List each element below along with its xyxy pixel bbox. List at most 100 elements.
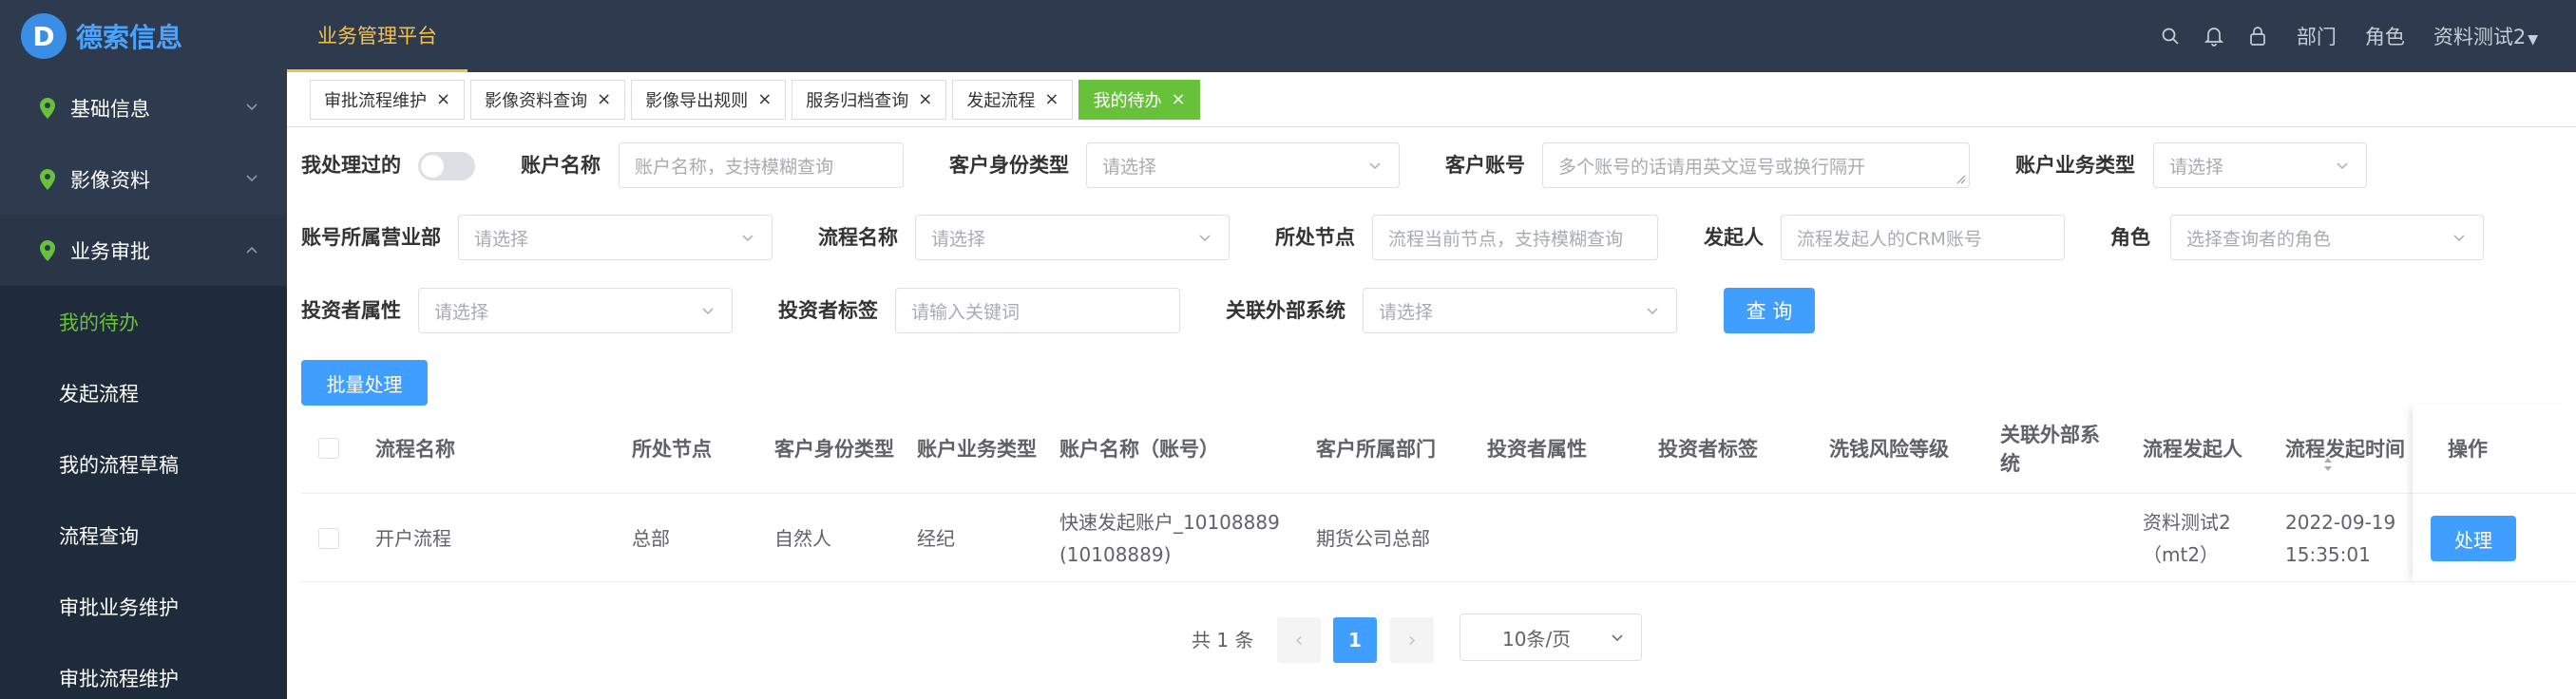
caret-down-icon: ▼	[2528, 32, 2538, 47]
page-size-select[interactable]: 10条/页	[1460, 614, 1642, 661]
batch-process-button[interactable]: 批量处理	[301, 360, 428, 406]
account-business-type-select[interactable]: 请选择	[2153, 142, 2367, 188]
investor-tag-label: 投资者标签	[778, 299, 878, 322]
chevron-down-icon	[742, 235, 754, 242]
tab-start-process[interactable]: 发起流程 ×	[952, 79, 1074, 120]
close-icon[interactable]: ×	[436, 89, 450, 109]
cell-initiator: 资料测试2 （mt2）	[2143, 495, 2276, 582]
logo-mark: D	[21, 13, 67, 59]
tab-approval-process[interactable]: 审批流程维护 ×	[310, 79, 466, 120]
platform-tab[interactable]: 业务管理平台	[287, 0, 467, 72]
external-system-select[interactable]: 请选择	[1363, 288, 1677, 333]
start-date: 2022-09-19	[2285, 511, 2396, 534]
query-button[interactable]: 查 询	[1724, 288, 1815, 333]
sidebar-submenu: 我的待办 发起流程 我的流程草稿 流程查询 审批业务维护 审批流程维护	[0, 286, 287, 699]
initiator-input[interactable]: 流程发起人的CRM账号	[1781, 215, 2065, 260]
sidebar-item-start-process[interactable]: 发起流程	[0, 357, 287, 428]
sidebar-item-approval-business[interactable]: 审批业务维护	[0, 571, 287, 642]
select-placeholder: 请选择	[931, 228, 986, 250]
col-initiator: 流程发起人	[2143, 438, 2242, 461]
tab-image-query[interactable]: 影像资料查询 ×	[470, 79, 626, 120]
cell-node: 总部	[632, 527, 670, 550]
chevron-right-icon: ›	[1407, 628, 1417, 652]
prev-page-button[interactable]: ‹	[1277, 617, 1321, 663]
processed-by-me-label: 我处理过的	[301, 154, 401, 177]
user-menu[interactable]: 资料测试2 ▼	[2433, 22, 2538, 50]
logo[interactable]: D 德索信息	[0, 0, 287, 72]
select-placeholder: 请选择	[1379, 301, 1434, 323]
chevron-down-icon	[702, 308, 714, 315]
pagination-total: 共 1 条	[1192, 629, 1254, 652]
tab-my-todo[interactable]: 我的待办 ×	[1078, 79, 1200, 120]
cell-business-type: 经纪	[917, 527, 955, 550]
resize-handle-icon[interactable]	[1956, 175, 1966, 184]
sidebar-menu-label: 影像资料	[70, 168, 150, 192]
search-icon[interactable]	[2160, 26, 2181, 47]
tab-label: 审批流程维护	[324, 90, 427, 111]
tab-label: 服务归档查询	[806, 90, 909, 111]
col-external-system: 关联外部系统	[2000, 424, 2100, 475]
tab-label: 发起流程	[966, 90, 1036, 111]
initiator-id: （mt2）	[2143, 543, 2220, 566]
investor-attribute-select[interactable]: 请选择	[418, 288, 733, 333]
cell-process-name: 开户流程	[375, 527, 451, 550]
col-aml-level: 洗钱风险等级	[1829, 438, 1949, 461]
chevron-down-icon	[2337, 162, 2348, 170]
account-name-input[interactable]: 账户名称，支持模糊查询	[619, 142, 904, 188]
sidebar-menu-business-approval[interactable]: 业务审批	[0, 215, 287, 286]
account-branch-select[interactable]: 请选择	[458, 215, 773, 260]
cell-investor-attribute	[1487, 495, 1649, 582]
client-identity-type-select[interactable]: 请选择	[1086, 142, 1400, 188]
tab-label: 影像资料查询	[485, 90, 588, 111]
sidebar-item-process-query[interactable]: 流程查询	[0, 500, 287, 571]
sidebar-item-approval-process[interactable]: 审批流程维护	[0, 642, 287, 699]
col-investor-attribute: 投资者属性	[1487, 438, 1587, 461]
select-placeholder: 选择查询者的角色	[2186, 228, 2332, 250]
sidebar-item-my-todo[interactable]: 我的待办	[0, 286, 287, 357]
sidebar-item-process-drafts[interactable]: 我的流程草稿	[0, 428, 287, 500]
cell-account-name: 快速发起账户_10108889 (10108889)	[1059, 495, 1307, 582]
initiator-name: 资料测试2	[2143, 511, 2231, 534]
page-number-current[interactable]: 1	[1333, 617, 1377, 663]
sidebar-menu-label: 基础信息	[70, 97, 150, 121]
close-icon[interactable]: ×	[1171, 89, 1185, 109]
close-icon[interactable]: ×	[1044, 89, 1059, 109]
select-placeholder: 请选择	[2169, 156, 2224, 178]
chevron-down-icon	[1199, 235, 1211, 242]
row-checkbox[interactable]	[318, 528, 339, 549]
sidebar-menu-imaging[interactable]: 影像资料	[0, 143, 287, 215]
handle-button[interactable]: 处理	[2431, 516, 2516, 561]
chevron-down-icon	[246, 104, 258, 111]
sort-icon[interactable]	[2322, 456, 2334, 473]
close-icon[interactable]: ×	[757, 89, 772, 109]
processed-by-me-switch[interactable]	[418, 152, 475, 180]
role-menu[interactable]: 角色	[2365, 22, 2405, 50]
client-account-textarea[interactable]: 多个账号的话请用英文逗号或换行隔开	[1542, 142, 1970, 188]
page-size-value: 10条/页	[1502, 627, 1572, 651]
process-name-select[interactable]: 请选择	[915, 215, 1230, 260]
sidebar-menu-basic-info[interactable]: 基础信息	[0, 72, 287, 143]
cell-aml-level	[1829, 495, 1991, 582]
chevron-up-icon	[246, 246, 258, 254]
select-all-checkbox[interactable]	[318, 438, 339, 459]
current-node-input[interactable]: 流程当前节点，支持模糊查询	[1372, 215, 1658, 260]
location-pin-icon	[40, 97, 55, 119]
col-start-time[interactable]: 流程发起时间	[2285, 405, 2409, 494]
tab-label: 影像导出规则	[645, 90, 749, 111]
dept-menu[interactable]: 部门	[2297, 22, 2337, 50]
tab-service-archive[interactable]: 服务归档查询 ×	[792, 79, 947, 120]
account-number-text: (10108889)	[1059, 543, 1172, 566]
chevron-down-icon	[1647, 308, 1658, 315]
investor-tag-input[interactable]: 请输入关键词	[895, 288, 1180, 333]
tab-image-export-rules[interactable]: 影像导出规则 ×	[631, 79, 787, 120]
close-icon[interactable]: ×	[597, 89, 611, 109]
textarea-placeholder: 多个账号的话请用英文逗号或换行隔开	[1558, 156, 1866, 178]
role-select[interactable]: 选择查询者的角色	[2170, 215, 2484, 260]
current-node-label: 所处节点	[1275, 226, 1355, 249]
bell-icon[interactable]	[2204, 26, 2224, 47]
lock-icon[interactable]	[2247, 26, 2268, 47]
next-page-button[interactable]: ›	[1390, 617, 1434, 663]
close-icon[interactable]: ×	[918, 89, 932, 109]
account-branch-label: 账号所属营业部	[301, 226, 441, 249]
col-start-time-label: 流程发起时间	[2285, 438, 2405, 461]
